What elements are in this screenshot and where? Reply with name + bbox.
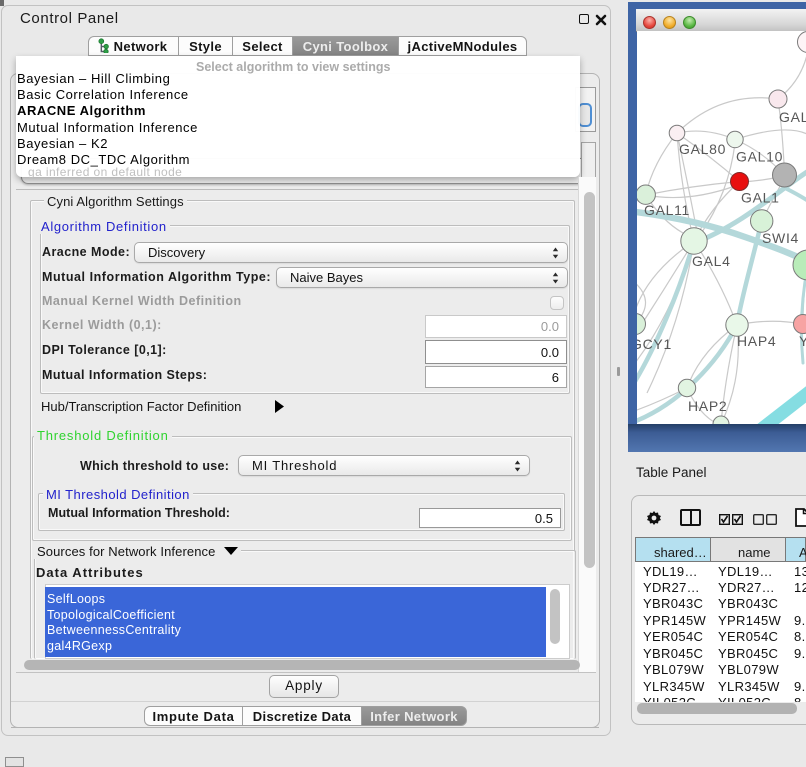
svg-text:GAL1: GAL1 <box>741 190 780 206</box>
svg-text:GAL11: GAL11 <box>644 202 690 218</box>
svg-text:GCY1: GCY1 <box>637 336 672 352</box>
svg-text:HAP4: HAP4 <box>737 333 776 349</box>
svg-text:GAL80: GAL80 <box>679 141 726 157</box>
svg-text:Y: Y <box>799 333 806 349</box>
svg-text:HAP2: HAP2 <box>688 398 727 414</box>
svg-text:GAL10: GAL10 <box>736 149 783 165</box>
svg-text:SWI4: SWI4 <box>762 230 799 246</box>
svg-text:GAL4: GAL4 <box>692 253 731 269</box>
svg-text:GAL7: GAL7 <box>779 109 806 125</box>
